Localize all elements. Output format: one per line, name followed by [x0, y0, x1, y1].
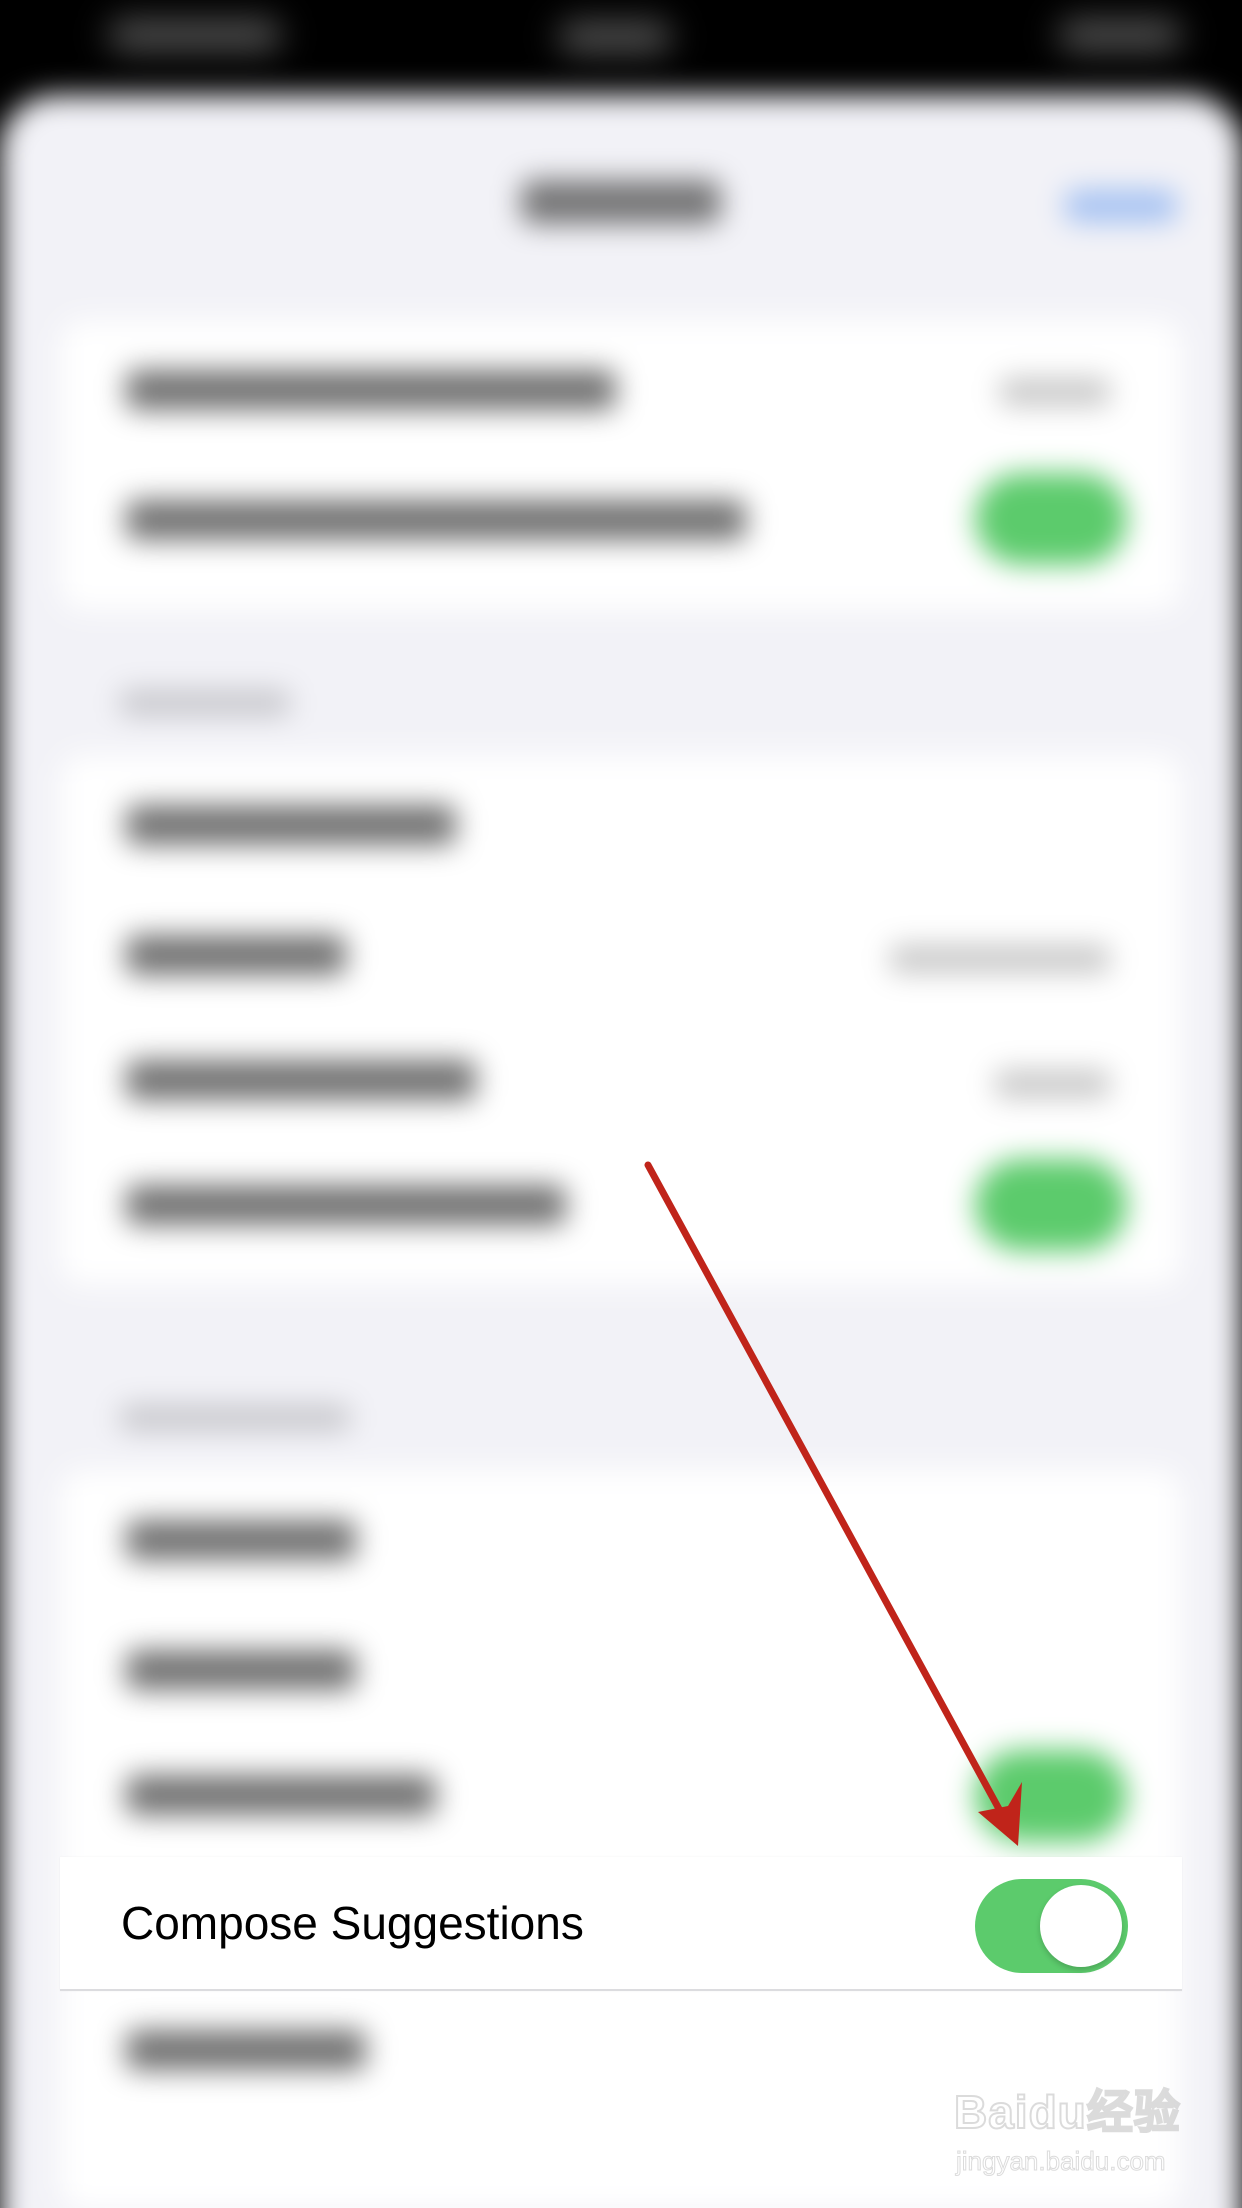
watermark-logo: Baidu经验 — [953, 2085, 1181, 2139]
row-4-label — [126, 935, 346, 975]
row-8-label — [126, 1650, 356, 1690]
screen: Compose Suggestions Baidu经验 jingyan.baid… — [0, 0, 1242, 2208]
compose-suggestions-row[interactable]: Compose Suggestions — [60, 1857, 1182, 1991]
settings-group-1 — [60, 320, 1182, 610]
row-6-toggle[interactable] — [975, 1159, 1127, 1251]
row-7-label — [126, 1520, 356, 1560]
row-1-detail — [1000, 378, 1110, 406]
row-3-label — [126, 805, 456, 845]
row-2-toggle[interactable] — [975, 473, 1127, 565]
row-5-detail — [995, 1070, 1110, 1098]
section-header-1 — [120, 690, 290, 716]
row-5-label — [126, 1060, 476, 1100]
section-header-2 — [120, 1405, 350, 1431]
status-battery — [1060, 20, 1180, 50]
row-9-label — [126, 1775, 436, 1815]
row-1-label — [126, 370, 616, 410]
toggle-knob — [1040, 1885, 1122, 1967]
done-button[interactable] — [1065, 190, 1177, 222]
compose-suggestions-label: Compose Suggestions — [121, 1897, 584, 1949]
row-6-label — [126, 1185, 566, 1225]
row-2-label — [126, 500, 746, 540]
status-bar — [0, 0, 1242, 90]
baidu-watermark: Baidu经验 jingyan.baidu.com — [950, 2070, 1230, 2190]
status-center — [560, 22, 670, 52]
row-10-label — [126, 2030, 366, 2070]
nav-title — [521, 180, 721, 224]
row-9-toggle[interactable] — [975, 1750, 1127, 1842]
status-time — [110, 20, 280, 50]
settings-group-2 — [60, 755, 1182, 1285]
watermark-url: jingyan.baidu.com — [956, 2146, 1167, 2177]
compose-suggestions-toggle[interactable] — [975, 1879, 1128, 1973]
row-4-detail — [890, 945, 1110, 973]
